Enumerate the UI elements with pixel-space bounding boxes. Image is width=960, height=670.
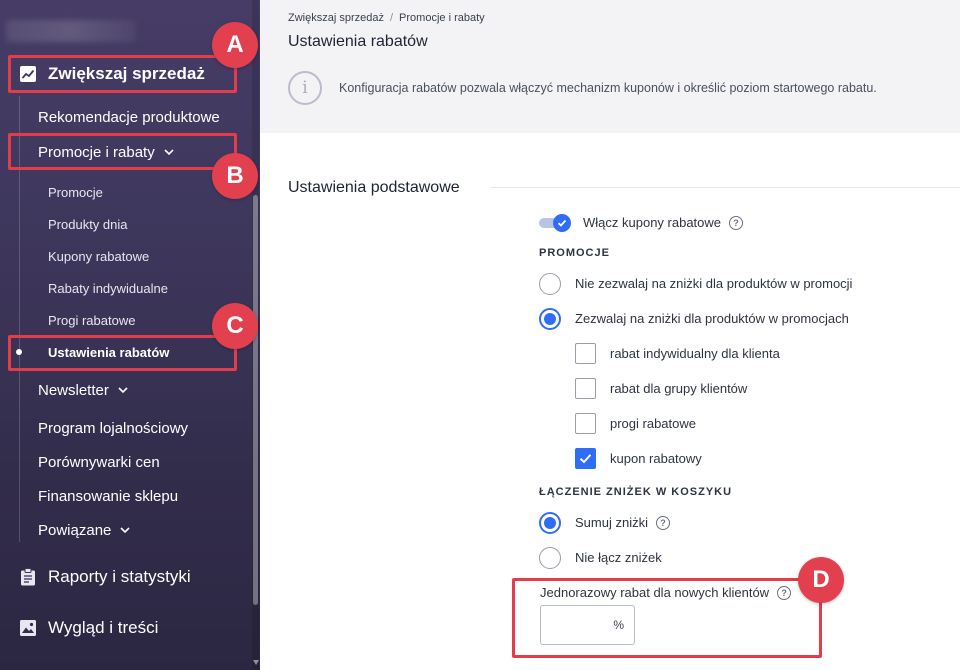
percent-unit: % — [613, 618, 624, 632]
sidebar-item-label: Wygląd i treści — [48, 618, 159, 637]
sidebar-subitem-kupony-rabatowe[interactable]: Kupony rabatowe — [48, 245, 149, 267]
sidebar-item-label: Zwiększaj sprzedaż — [48, 64, 205, 83]
sidebar-subitem-label: Produkty dnia — [48, 216, 128, 232]
sidebar-item-label: Finansowanie sklepu — [38, 487, 179, 505]
sidebar-item-label: Powiązane — [38, 521, 112, 539]
chevron-down-icon — [163, 146, 175, 158]
checkbox-rabat-grupy-label: rabat dla grupy klientów — [610, 381, 748, 396]
active-indicator-dot — [16, 349, 22, 355]
annotation-marker-a: A — [212, 22, 258, 68]
annotation-marker-c: C — [212, 303, 258, 349]
checkbox-kupon-rabatowy[interactable] — [575, 448, 596, 469]
sidebar-item-promocje-i-rabaty[interactable]: Promocje i rabaty — [38, 140, 175, 164]
scroll-down-arrow-icon[interactable] — [253, 660, 259, 665]
sidebar-item-wyglad[interactable]: Wygląd i treści — [18, 614, 158, 642]
sidebar-item-finansowanie-sklepu[interactable]: Finansowanie sklepu — [38, 484, 178, 508]
checkbox-rabat-grupy[interactable] — [575, 378, 596, 399]
chevron-down-icon — [119, 524, 131, 536]
image-icon — [18, 618, 38, 638]
annotation-marker-d: D — [798, 557, 844, 603]
sidebar-item-rekomendacje[interactable]: Rekomendacje produktowe — [38, 105, 220, 129]
radio-no-discounts-promo-label: Nie zezwalaj na zniżki dla produktów w p… — [575, 276, 853, 291]
breadcrumb: Zwiększaj sprzedaż / Promocje i rabaty — [288, 12, 485, 24]
checkbox-rabat-indywidualny-label: rabat indywidualny dla klienta — [610, 346, 780, 361]
radio-nie-lacz-znizek-label: Nie łącz zniżek — [575, 550, 662, 565]
sidebar-subitem-rabaty-indywidualne[interactable]: Rabaty indywidualne — [48, 277, 168, 299]
sidebar-tree-guide — [19, 96, 20, 542]
checkbox-rabat-indywidualny[interactable] — [575, 343, 596, 364]
promocje-heading: PROMOCJE — [539, 247, 610, 259]
sidebar-subitem-label: Rabaty indywidualne — [48, 280, 168, 296]
sidebar-item-raporty[interactable]: Raporty i statystyki — [18, 563, 191, 591]
help-icon[interactable]: ? — [729, 215, 744, 230]
chevron-down-icon — [117, 384, 129, 396]
onetime-discount-text: Jednorazowy rabat dla nowych klientów — [540, 585, 770, 600]
breadcrumb-link-current[interactable]: Promocje i rabaty — [399, 12, 485, 24]
section-title: Ustawienia podstawowe — [288, 179, 460, 196]
info-icon: i — [288, 71, 322, 105]
sidebar-item-program-lojalnosciowy[interactable]: Program lojalnościowy — [38, 416, 188, 440]
breadcrumb-separator: / — [389, 12, 394, 24]
sidebar-item-label: Program lojalnościowy — [38, 419, 189, 437]
checkbox-progi-rabatowe-label: progi rabatowe — [610, 416, 696, 431]
laczenie-heading: ŁĄCZENIE ZNIŻEK W KOSZYKU — [539, 486, 733, 498]
trend-chart-icon — [18, 64, 38, 84]
onetime-discount-input[interactable]: % — [540, 605, 635, 645]
sidebar-item-label: Raporty i statystyki — [48, 567, 191, 586]
radio-sumuj-znizki-label: Sumuj zniżki ? — [575, 515, 670, 530]
section-divider — [490, 187, 960, 188]
sidebar-subitem-label: Progi rabatowe — [48, 312, 136, 328]
clipboard-icon — [18, 567, 38, 587]
sidebar-scrollbar-thumb[interactable] — [253, 195, 258, 605]
radio-nie-lacz-znizek[interactable] — [539, 547, 561, 569]
toggle-knob — [553, 214, 571, 232]
sidebar-item-label: Rekomendacje produktowe — [38, 108, 220, 126]
sidebar-item-label: Newsletter — [38, 381, 109, 399]
radio-sumuj-znizki-text: Sumuj zniżki — [575, 515, 648, 530]
sidebar-subitem-progi-rabatowe[interactable]: Progi rabatowe — [48, 309, 135, 331]
sidebar-item-label: Promocje i rabaty — [38, 143, 155, 161]
coupons-toggle[interactable] — [539, 214, 571, 232]
help-icon[interactable]: ? — [777, 585, 792, 600]
sidebar-subitem-produkty-dnia[interactable]: Produkty dnia — [48, 213, 128, 235]
sidebar-subitem-label: Promocje — [48, 184, 103, 200]
checkbox-progi-rabatowe[interactable] — [575, 413, 596, 434]
annotation-marker-b: B — [212, 153, 258, 199]
breadcrumb-link-root[interactable]: Zwiększaj sprzedaż — [288, 12, 384, 24]
radio-no-discounts-promo[interactable] — [539, 273, 561, 295]
info-text: Konfiguracja rabatów pozwala włączyć mec… — [339, 81, 877, 95]
sidebar-subitem-promocje[interactable]: Promocje — [48, 181, 103, 203]
radio-sumuj-znizki[interactable] — [539, 512, 561, 534]
sidebar-subitem-label: Ustawienia rabatów — [48, 344, 170, 360]
sidebar-item-powiazane[interactable]: Powiązane — [38, 518, 131, 542]
store-logo[interactable] — [6, 20, 136, 42]
sidebar-subitem-label: Kupony rabatowe — [48, 248, 150, 264]
radio-allow-discounts-promo-label: Zezwalaj na zniżki dla produktów w promo… — [575, 311, 849, 326]
coupons-toggle-text: Włącz kupony rabatowe — [583, 215, 722, 230]
check-icon — [579, 454, 592, 464]
radio-allow-discounts-promo[interactable] — [539, 308, 561, 330]
sidebar-item-label: Porównywarki cen — [38, 453, 160, 471]
sidebar-item-porownywarki-cen[interactable]: Porównywarki cen — [38, 450, 160, 474]
sidebar-subitem-ustawienia-rabatow[interactable]: Ustawienia rabatów — [48, 341, 169, 363]
coupons-toggle-label: Włącz kupony rabatowe ? — [583, 215, 744, 230]
page-title: Ustawienia rabatów — [288, 33, 428, 50]
sidebar-item-newsletter[interactable]: Newsletter — [38, 378, 129, 402]
onetime-discount-label: Jednorazowy rabat dla nowych klientów ? — [540, 585, 792, 600]
sidebar-item-zwiekszaj-sprzedaz[interactable]: Zwiększaj sprzedaż — [18, 60, 205, 88]
check-icon — [557, 219, 567, 227]
help-icon[interactable]: ? — [655, 515, 670, 530]
checkbox-kupon-rabatowy-label: kupon rabatowy — [610, 451, 702, 466]
